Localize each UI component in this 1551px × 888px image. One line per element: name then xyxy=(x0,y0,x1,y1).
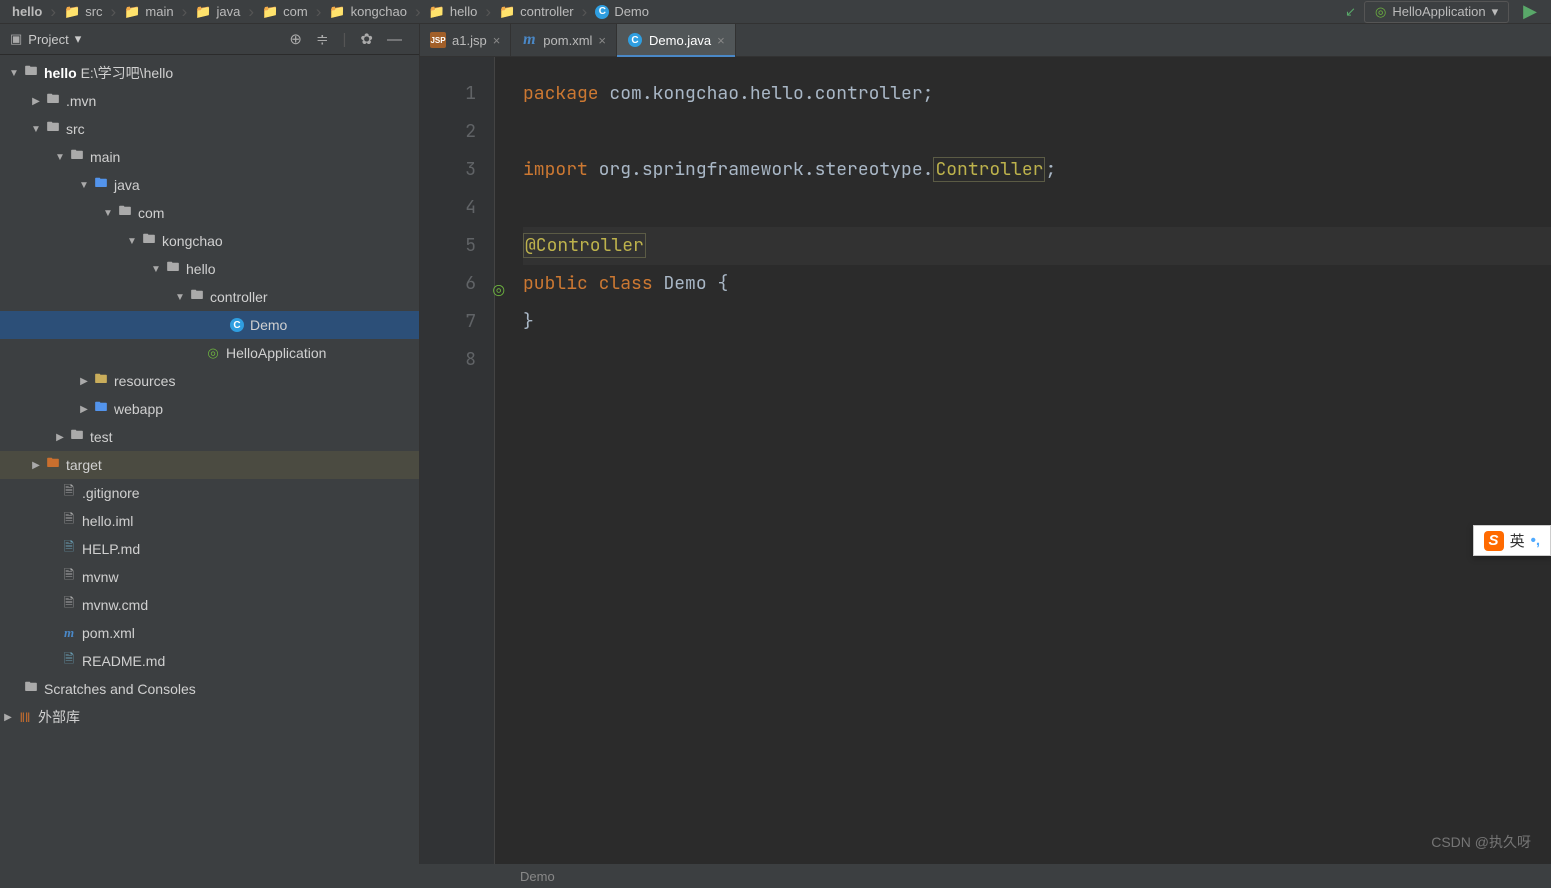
tree-test[interactable]: ▶🖿test xyxy=(0,423,419,451)
tree-mvnwcmd[interactable]: ▶🗎mvnw.cmd xyxy=(0,591,419,619)
tree-src[interactable]: ▼🖿src xyxy=(0,115,419,143)
ime-lang: 英 xyxy=(1510,530,1525,551)
editor: JSPa1.jsp× mpom.xml× CDemo.java× 1 2 3 4… xyxy=(420,24,1551,888)
tree-hello[interactable]: ▼🖿hello xyxy=(0,255,419,283)
locate-icon[interactable]: ⊕ xyxy=(282,30,309,48)
close-icon[interactable]: × xyxy=(493,33,501,48)
jsp-icon: JSP xyxy=(430,32,446,48)
tree-resources[interactable]: ▶🖿resources xyxy=(0,367,419,395)
tree-helpmd[interactable]: ▶🗎HELP.md xyxy=(0,535,419,563)
tree-extlib[interactable]: ▶‖‖外部库 xyxy=(0,703,419,731)
code-area[interactable]: 1 2 3 4 5 6◎ 7 8 package com.kongchao.he… xyxy=(420,57,1551,888)
crumb-com[interactable]: 📁 com xyxy=(258,4,312,20)
tree-gitignore[interactable]: ▶🗎.gitignore xyxy=(0,479,419,507)
tree-java[interactable]: ▼🖿java xyxy=(0,171,419,199)
gear-icon[interactable]: ✿ xyxy=(353,30,380,48)
crumb-kongchao[interactable]: 📁 kongchao xyxy=(325,4,411,20)
status-context: Demo xyxy=(520,869,555,884)
tab-pomxml[interactable]: mpom.xml× xyxy=(511,24,617,56)
project-tree[interactable]: ▼🖿hello E:\学习吧\hello ▶🖿.mvn ▼🖿src ▼🖿main… xyxy=(0,55,419,888)
tree-target[interactable]: ▶🖿target xyxy=(0,451,419,479)
crumb-demo[interactable]: C Demo xyxy=(591,4,653,19)
ime-punct-icon: •, xyxy=(1531,532,1540,549)
tab-a1jsp[interactable]: JSPa1.jsp× xyxy=(420,24,511,56)
crumb-hello2[interactable]: 📁 hello xyxy=(425,4,482,20)
gutter[interactable]: 1 2 3 4 5 6◎ 7 8 xyxy=(420,57,495,888)
breadcrumb-bar: hello› 📁 src› 📁 main› 📁 java› 📁 com› 📁 k… xyxy=(0,0,1551,24)
tree-mvn[interactable]: ▶🖿.mvn xyxy=(0,87,419,115)
sogou-icon: S xyxy=(1484,531,1504,551)
tree-com[interactable]: ▼🖿com xyxy=(0,199,419,227)
editor-tabs: JSPa1.jsp× mpom.xml× CDemo.java× xyxy=(420,24,1551,57)
tree-helloapp[interactable]: ▶◎HelloApplication xyxy=(0,339,419,367)
watermark: CSDN @执久呀 xyxy=(1431,832,1531,852)
tree-readme[interactable]: ▶🗎README.md xyxy=(0,647,419,675)
project-toolwindow: ▣ Project ▾ ⊕ ≑ | ✿ — ▼🖿hello E:\学习吧\hel… xyxy=(0,24,420,888)
close-icon[interactable]: × xyxy=(717,33,725,48)
tree-root[interactable]: ▼🖿hello E:\学习吧\hello xyxy=(0,59,419,87)
tree-mvnw[interactable]: ▶🗎mvnw xyxy=(0,563,419,591)
run-config-select[interactable]: ◎ HelloApplication ▾ xyxy=(1364,1,1509,23)
crumb-hello[interactable]: hello xyxy=(8,4,46,19)
chevron-down-icon: ▾ xyxy=(1492,4,1499,20)
build-icon[interactable]: ↙ xyxy=(1345,4,1356,20)
crumb-main[interactable]: 📁 main xyxy=(120,4,177,20)
tree-scratches[interactable]: ▶🖿Scratches and Consoles xyxy=(0,675,419,703)
spring-icon: ◎ xyxy=(1375,4,1386,20)
project-title[interactable]: Project xyxy=(28,32,68,47)
status-bar: Demo xyxy=(0,864,1551,888)
project-icon: ▣ xyxy=(10,31,22,47)
tab-demojava[interactable]: CDemo.java× xyxy=(617,24,736,56)
maven-icon: m xyxy=(521,32,537,48)
run-button[interactable]: ▶ xyxy=(1517,1,1543,22)
crumb-java[interactable]: 📁 java xyxy=(191,4,244,20)
crumb-controller[interactable]: 📁 controller xyxy=(495,4,578,20)
divider: | xyxy=(336,31,354,48)
tree-main[interactable]: ▼🖿main xyxy=(0,143,419,171)
tree-pomxml[interactable]: ▶mpom.xml xyxy=(0,619,419,647)
minimize-icon[interactable]: — xyxy=(380,31,409,48)
tree-demo[interactable]: ▶CDemo xyxy=(0,311,419,339)
tree-controller[interactable]: ▼🖿controller xyxy=(0,283,419,311)
code-body[interactable]: package com.kongchao.hello.controller; i… xyxy=(495,57,1551,888)
class-icon: C xyxy=(627,32,643,48)
tree-helloiml[interactable]: ▶🗎hello.iml xyxy=(0,507,419,535)
chevron-down-icon[interactable]: ▾ xyxy=(75,31,82,47)
run-config-label: HelloApplication xyxy=(1392,4,1485,19)
collapse-icon[interactable]: ≑ xyxy=(309,30,336,48)
close-icon[interactable]: × xyxy=(598,33,606,48)
tree-kongchao[interactable]: ▼🖿kongchao xyxy=(0,227,419,255)
tree-webapp[interactable]: ▶🖿webapp xyxy=(0,395,419,423)
crumb-src[interactable]: 📁 src xyxy=(60,4,107,20)
ime-indicator[interactable]: S 英 •, xyxy=(1473,525,1551,556)
